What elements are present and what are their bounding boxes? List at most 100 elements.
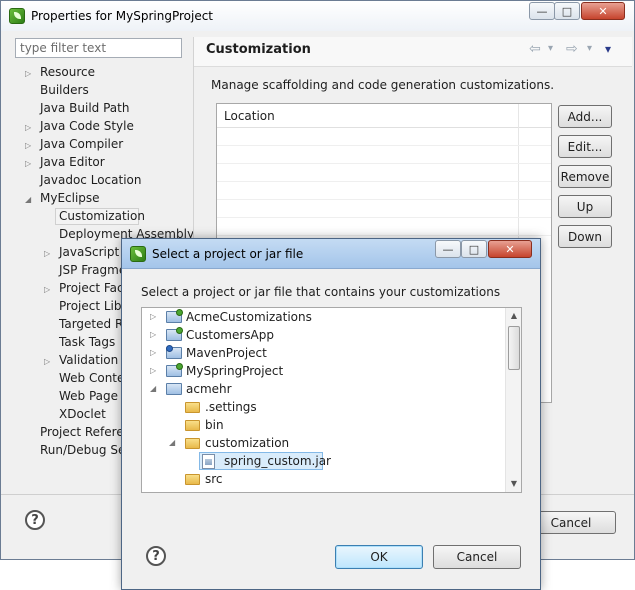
- tree-item-label: Java Compiler: [40, 137, 124, 151]
- forward-dropdown-icon[interactable]: ▾: [587, 43, 592, 54]
- expand-arrow-icon[interactable]: ▷: [25, 141, 31, 150]
- up-button[interactable]: Up: [558, 195, 612, 218]
- ok-button[interactable]: OK: [335, 545, 423, 569]
- tree-item-label: bin: [205, 418, 224, 432]
- table-row: [217, 146, 551, 164]
- minimize-button[interactable]: —: [529, 2, 555, 20]
- expand-arrow-icon[interactable]: ▷: [44, 249, 50, 258]
- tree-item-label: Builders: [40, 83, 89, 97]
- tree-item-myeclipse[interactable]: ◢ MyEclipse: [25, 189, 100, 207]
- collapse-arrow-icon[interactable]: ◢: [150, 380, 156, 398]
- expand-arrow-icon[interactable]: ▷: [25, 123, 31, 132]
- tree-item-label: acmehr: [186, 382, 232, 396]
- tree-item-label: src: [205, 472, 223, 486]
- tree-item-label: MySpringProject: [186, 364, 284, 378]
- tree-item-label: Task Tags: [59, 335, 116, 349]
- tree-item-label: Targeted Ru: [59, 317, 131, 331]
- tree-item-label: MyEclipse: [40, 191, 100, 205]
- edit-button[interactable]: Edit...: [558, 135, 612, 158]
- vertical-scrollbar[interactable]: ▲ ▼: [505, 308, 521, 492]
- tree-item-label: CustomersApp: [186, 328, 274, 342]
- myeclipse-app-icon: [130, 246, 146, 262]
- tree-item-label: XDoclet: [59, 407, 106, 421]
- tree-item-label: MavenProject: [186, 346, 267, 360]
- myeclipse-app-icon: [9, 8, 25, 24]
- dialog-close-button[interactable]: ✕: [488, 240, 532, 258]
- section-title: Customization: [206, 42, 311, 57]
- forward-arrow-icon[interactable]: ⇨: [566, 41, 578, 57]
- tree-item-javascript[interactable]: ▷ JavaScript: [44, 243, 119, 261]
- expand-arrow-icon[interactable]: ▷: [44, 285, 50, 294]
- tree-item-label: spring_custom.jar: [224, 454, 331, 468]
- section-description: Manage scaffolding and code generation c…: [211, 78, 555, 92]
- dialog-minimize-button[interactable]: —: [435, 240, 461, 258]
- expand-arrow-icon[interactable]: ▷: [25, 69, 31, 78]
- scroll-down-arrow-icon[interactable]: ▼: [506, 476, 521, 492]
- title-bar: Properties for MySpringProject — □ ✕: [1, 1, 634, 31]
- folder-icon: [185, 402, 200, 413]
- tree-item-label: Resource: [40, 65, 96, 79]
- dialog-maximize-button[interactable]: □: [461, 240, 487, 258]
- tree-item-label: customization: [205, 436, 290, 450]
- window-title: Properties for MySpringProject: [31, 9, 214, 23]
- expand-arrow-icon[interactable]: ▷: [25, 159, 31, 168]
- view-menu-icon[interactable]: ▾: [605, 42, 611, 56]
- jar-file-icon: [202, 454, 215, 469]
- tree-item-label: Javadoc Location: [40, 173, 142, 187]
- tree-item-label: Customization: [59, 209, 145, 223]
- tree-item-label: .settings: [205, 400, 257, 414]
- collapse-arrow-icon[interactable]: ◢: [25, 195, 31, 204]
- tree-item-java-compiler[interactable]: ▷ Java Compiler: [25, 135, 123, 153]
- tree-item-java-code-style[interactable]: ▷ Java Code Style: [25, 117, 134, 135]
- expand-arrow-icon[interactable]: ▷: [150, 308, 156, 326]
- maximize-button[interactable]: □: [554, 2, 580, 20]
- scroll-up-arrow-icon[interactable]: ▲: [506, 308, 521, 324]
- spring-nature-icon: [176, 327, 183, 334]
- folder-icon: [185, 474, 200, 485]
- table-row: [217, 218, 551, 236]
- table-row: [217, 182, 551, 200]
- tree-item-label: Validation: [59, 353, 119, 367]
- tree-item-label: AcmeCustomizations: [186, 310, 312, 324]
- table-row: [217, 164, 551, 182]
- scrollbar-thumb[interactable]: [508, 326, 520, 370]
- table-header: Location: [217, 104, 551, 128]
- expand-arrow-icon[interactable]: ▷: [150, 344, 156, 362]
- column-header-location[interactable]: Location: [224, 109, 275, 123]
- expand-arrow-icon[interactable]: ▷: [150, 326, 156, 344]
- folder-icon: [185, 420, 200, 431]
- back-arrow-icon[interactable]: ⇦: [529, 41, 541, 57]
- dialog-title: Select a project or jar file: [152, 247, 304, 261]
- tree-item-validation[interactable]: ▷ Validation: [44, 351, 118, 369]
- open-folder-icon: [185, 438, 200, 449]
- tree-item-project-facets[interactable]: ▷ Project Face: [44, 279, 131, 297]
- tree-item-label: Java Code Style: [40, 119, 134, 133]
- spring-nature-icon: [176, 363, 183, 370]
- dialog-cancel-button[interactable]: Cancel: [433, 545, 521, 569]
- project-tree[interactable]: ▷ AcmeCustomizations ▷ CustomersApp ▷ Ma…: [141, 307, 522, 493]
- filter-input[interactable]: [15, 38, 182, 58]
- dialog-help-icon[interactable]: ?: [146, 546, 166, 566]
- tree-item-label: Java Editor: [40, 155, 105, 169]
- remove-button[interactable]: Remove: [558, 165, 612, 188]
- expand-arrow-icon[interactable]: ▷: [44, 357, 50, 366]
- help-icon[interactable]: ?: [25, 510, 45, 530]
- dialog-title-bar: Select a project or jar file — □ ✕: [122, 239, 540, 269]
- back-dropdown-icon[interactable]: ▾: [548, 43, 553, 54]
- collapse-arrow-icon[interactable]: ◢: [169, 434, 175, 452]
- tree-item-java-editor[interactable]: ▷ Java Editor: [25, 153, 105, 171]
- tree-item-resource[interactable]: ▷ Resource: [25, 63, 95, 81]
- tree-item-label: Project Referen: [40, 425, 132, 439]
- down-button[interactable]: Down: [558, 225, 612, 248]
- dialog-prompt: Select a project or jar file that contai…: [141, 285, 501, 299]
- maven-nature-icon: [166, 345, 173, 352]
- expand-arrow-icon[interactable]: ▷: [150, 362, 156, 380]
- tree-item-label: Java Build Path: [40, 101, 130, 115]
- select-project-dialog: Select a project or jar file — □ ✕ Selec…: [121, 238, 541, 590]
- close-button[interactable]: ✕: [581, 2, 625, 20]
- add-button[interactable]: Add...: [558, 105, 612, 128]
- project-icon: [166, 383, 182, 395]
- table-row: [217, 128, 551, 146]
- spring-nature-icon: [176, 309, 183, 316]
- tree-item-label: JavaScript: [59, 245, 120, 259]
